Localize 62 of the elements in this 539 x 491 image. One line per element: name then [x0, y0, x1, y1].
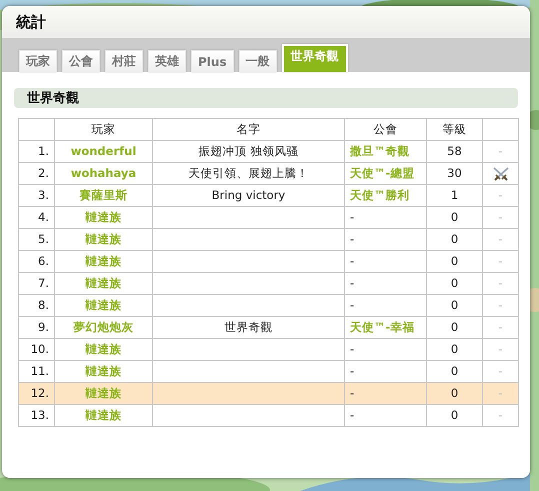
tab[interactable]: Plus [191, 50, 234, 72]
village-name: Bring victory [212, 188, 286, 202]
guild-text: - [350, 276, 354, 290]
level-text: 30 [447, 166, 462, 180]
dash-text: - [498, 342, 503, 356]
rank-text: 12. [30, 386, 49, 400]
rank-text: 9. [38, 320, 49, 334]
guild-text: - [350, 342, 354, 356]
level-text: 0 [450, 232, 458, 246]
rank-text: 2. [38, 166, 49, 180]
tab[interactable]: 一般 [238, 50, 277, 72]
rank-text: 3. [38, 188, 49, 202]
tab[interactable]: 玩家 [19, 50, 57, 72]
dash-text: - [498, 408, 503, 422]
level-text: 0 [450, 210, 458, 224]
village-name: 振翅冲顶 独领风骚 [198, 144, 298, 158]
level-text: 0 [450, 386, 458, 400]
section-title: 世界奇觀 [14, 88, 518, 108]
guild-text: - [350, 254, 354, 268]
guild-text: - [350, 210, 354, 224]
window-title: 統計 [16, 12, 46, 32]
rank-text: 8. [38, 298, 49, 312]
dash-text: - [498, 364, 503, 378]
guild-text: - [350, 232, 354, 246]
village-name: 世界奇觀 [224, 320, 272, 334]
tab[interactable]: 世界奇觀 [282, 44, 348, 72]
rank-text: 10. [30, 342, 49, 356]
rank-text: 13. [30, 408, 49, 422]
level-text: 1 [450, 188, 458, 202]
level-text: 0 [450, 342, 458, 356]
rank-text: 6. [38, 254, 49, 268]
dash-text: - [498, 232, 503, 246]
level-text: 58 [447, 144, 462, 158]
level-text: 0 [450, 254, 458, 268]
dash-text: - [498, 276, 503, 290]
guild-text: - [350, 298, 354, 312]
level-text: 0 [450, 408, 458, 422]
dash-text: - [498, 254, 503, 268]
dash-text: - [498, 386, 503, 400]
column-header: 玩家 [54, 118, 152, 140]
dash-text: - [498, 298, 503, 312]
level-text: 0 [450, 320, 458, 334]
tab[interactable]: 公會 [62, 50, 100, 72]
guild-text: - [350, 386, 354, 400]
rank-text: 7. [38, 276, 49, 290]
dash-text: - [498, 144, 503, 158]
rank-text: 5. [38, 232, 49, 246]
rank-text: 11. [30, 364, 49, 378]
dash-text: - [498, 210, 503, 224]
level-text: 0 [450, 298, 458, 312]
guild-text: - [350, 408, 354, 422]
rank-text: 4. [38, 210, 49, 224]
level-text: 0 [450, 364, 458, 378]
dash-text: - [498, 320, 503, 334]
tab[interactable]: 村莊 [105, 50, 143, 72]
dash-text: - [498, 188, 503, 202]
rank-text: 1. [38, 144, 49, 158]
level-text: 0 [450, 276, 458, 290]
guild-text: - [350, 364, 354, 378]
column-header: 名字 [152, 118, 344, 140]
tab[interactable]: 英雄 [148, 50, 186, 72]
village-name: 天使引領、展翅上騰！ [188, 166, 308, 180]
